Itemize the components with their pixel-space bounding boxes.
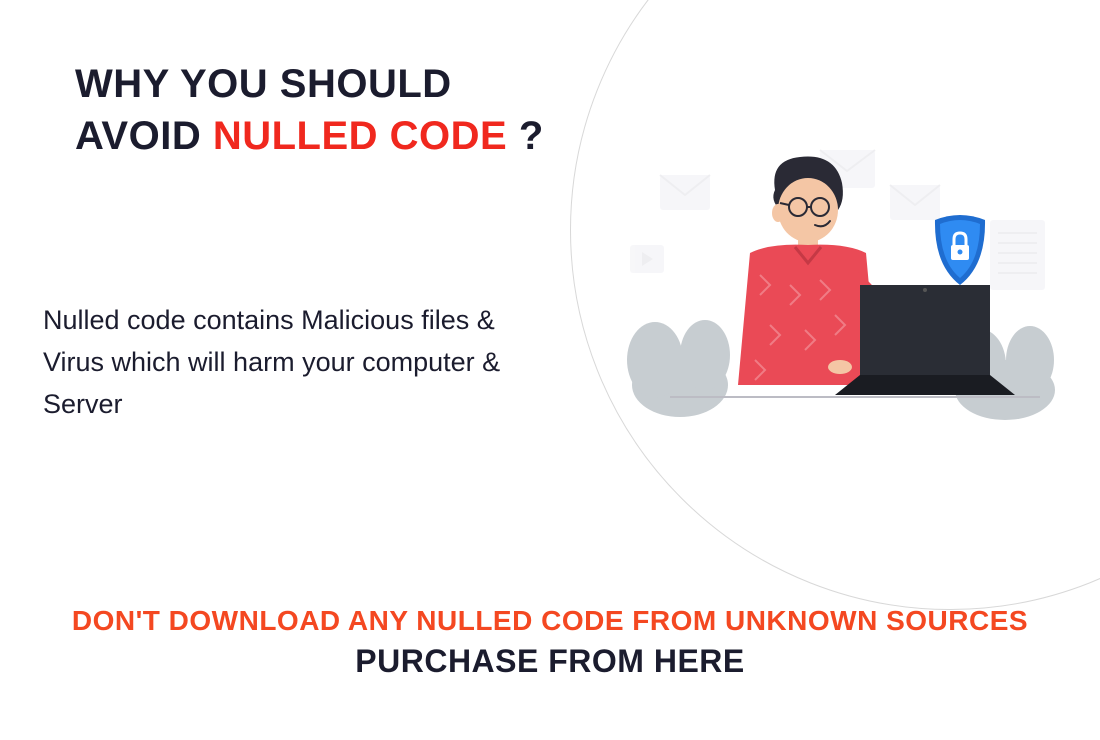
- body-paragraph: Nulled code contains Malicious files & V…: [43, 300, 543, 426]
- footer-cta: PURCHASE FROM HERE: [0, 643, 1100, 680]
- footer-warning: DON'T DOWNLOAD ANY NULLED CODE FROM UNKN…: [0, 605, 1100, 637]
- headline-line2-pre: AVOID: [75, 114, 201, 158]
- footer: DON'T DOWNLOAD ANY NULLED CODE FROM UNKN…: [0, 605, 1100, 680]
- headline-suffix: ?: [519, 114, 544, 158]
- headline-line1: WHY YOU SHOULD: [75, 62, 452, 106]
- headline: WHY YOU SHOULD AVOID NULLED CODE ?: [75, 58, 544, 162]
- person-laptop-illustration: [620, 135, 1060, 445]
- lock-shield-icon: [935, 215, 985, 285]
- headline-highlight: NULLED CODE: [213, 114, 507, 158]
